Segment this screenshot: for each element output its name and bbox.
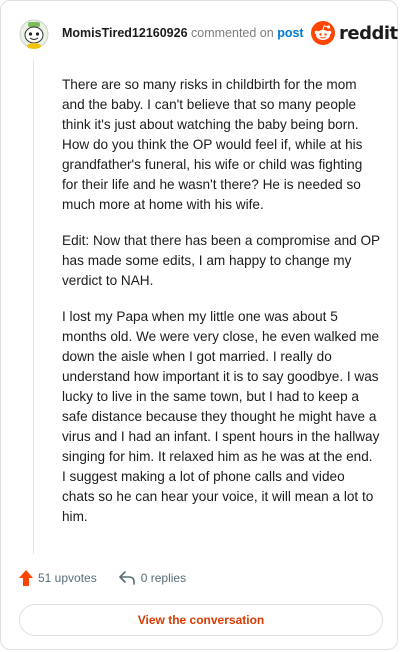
reddit-wordmark: reddit	[339, 22, 398, 44]
comment-header: MomisTired12160926 commented on post	[62, 25, 304, 41]
comment-card: MomisTired12160926 commented on post red…	[0, 0, 398, 650]
replies-button[interactable]: 0 replies	[118, 571, 187, 585]
upvote-count: 51 upvotes	[38, 571, 97, 585]
reddit-logo[interactable]: reddit	[311, 21, 398, 45]
upvote-arrow-icon	[19, 570, 33, 586]
comment-paragraph-3: I lost my Papa when my little one was ab…	[62, 309, 380, 524]
comment-body: There are so many risks in childbirth fo…	[62, 75, 380, 543]
reddit-snoo-icon	[311, 21, 335, 45]
user-avatar[interactable]	[19, 16, 49, 50]
snoo-avatar-icon	[19, 19, 49, 49]
reply-arrow-icon	[118, 571, 135, 585]
upvote-button[interactable]: 51 upvotes	[19, 570, 97, 586]
replies-count: 0 replies	[140, 571, 187, 585]
comment-actions: 51 upvotes 0 replies	[19, 570, 186, 586]
commented-on-text: commented on	[191, 26, 274, 40]
thread-line	[33, 59, 34, 554]
post-link[interactable]: post	[277, 26, 303, 40]
comment-paragraph-1: There are so many risks in childbirth fo…	[62, 77, 363, 212]
comment-paragraph-2: Edit: Now that there has been a compromi…	[62, 233, 380, 288]
view-conversation-button[interactable]: View the conversation	[19, 604, 383, 636]
username[interactable]: MomisTired12160926	[62, 26, 188, 40]
